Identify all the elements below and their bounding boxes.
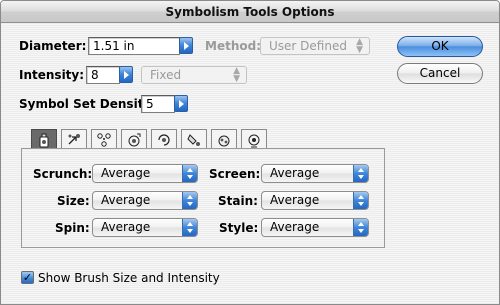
method-label: Method: (205, 39, 261, 53)
symbol-spinner-icon (158, 133, 170, 146)
stain-value: Average (270, 193, 320, 207)
density-field[interactable]: 5 (141, 95, 175, 113)
updown-arrows-icon (182, 219, 197, 236)
spin-popup[interactable]: Average (92, 218, 198, 237)
updown-arrows-icon (353, 192, 368, 209)
intensity-mode-popup: Fixed ▲ ▼ (141, 66, 247, 84)
symbolism-tools-options-dialog: Symbolism Tools Options Diameter: 1.51 i… (0, 0, 500, 305)
symbol-stainer-icon (187, 133, 200, 146)
updown-arrows-icon: ▲ ▼ (233, 66, 240, 84)
tab-symbol-screener[interactable] (211, 129, 237, 149)
tab-symbol-sizer[interactable] (121, 129, 147, 149)
intensity-label: Intensity: (19, 68, 85, 82)
checkmark-icon: ✓ (22, 271, 33, 284)
cancel-button[interactable]: Cancel (397, 63, 483, 84)
symbol-screener-icon (218, 135, 230, 146)
method-value: User Defined (269, 39, 347, 53)
tab-symbol-spinner[interactable] (151, 129, 177, 149)
updown-arrows-icon (182, 165, 197, 182)
diameter-label: Diameter: (19, 39, 87, 53)
screen-popup[interactable]: Average (261, 164, 369, 183)
size-label: Size: (57, 194, 90, 208)
show-brush-checkbox[interactable]: ✓ (21, 271, 34, 284)
stain-popup[interactable]: Average (261, 191, 369, 210)
tab-symbol-styler[interactable] (241, 129, 267, 149)
updown-arrows-icon: ▲ ▼ (356, 37, 363, 55)
title-bar: Symbolism Tools Options (1, 1, 499, 23)
tab-symbol-sprayer[interactable] (31, 129, 57, 149)
intensity-arrow-icon[interactable] (119, 66, 133, 83)
tab-symbol-stainer[interactable] (181, 129, 207, 149)
density-arrow-icon[interactable] (174, 95, 188, 112)
symbol-shifter-icon (68, 133, 80, 144)
show-brush-label[interactable]: Show Brush Size and Intensity (38, 271, 220, 285)
style-label: Style: (219, 221, 259, 235)
stain-label: Stain: (218, 194, 258, 208)
spin-label: Spin: (55, 221, 90, 235)
tab-symbol-scruncher[interactable] (91, 129, 117, 149)
screen-label: Screen: (209, 167, 261, 181)
symbol-styler-icon (248, 134, 260, 147)
updown-arrows-icon (353, 219, 368, 236)
updown-arrows-icon (353, 165, 368, 182)
scrunch-value: Average (101, 166, 151, 180)
tab-symbol-shifter[interactable] (61, 129, 87, 149)
spin-value: Average (101, 220, 151, 234)
method-popup: User Defined ▲ ▼ (260, 37, 370, 55)
diameter-field[interactable]: 1.51 in (88, 37, 180, 55)
window-title: Symbolism Tools Options (165, 5, 335, 19)
symbol-scruncher-icon (97, 132, 111, 147)
size-value: Average (101, 193, 151, 207)
size-popup[interactable]: Average (92, 191, 198, 210)
ok-button[interactable]: OK (397, 36, 483, 57)
screen-value: Average (270, 166, 320, 180)
updown-arrows-icon (182, 192, 197, 209)
intensity-field[interactable]: 8 (86, 66, 120, 84)
symbol-sprayer-icon (39, 133, 49, 147)
scrunch-label: Scrunch: (33, 167, 93, 181)
style-value: Average (270, 220, 320, 234)
scrunch-popup[interactable]: Average (92, 164, 198, 183)
diameter-arrow-icon[interactable] (179, 37, 193, 54)
style-popup[interactable]: Average (261, 218, 369, 237)
density-label: Symbol Set Density: (19, 97, 157, 111)
symbol-sizer-icon (128, 133, 141, 146)
intensity-mode-value: Fixed (150, 68, 182, 82)
